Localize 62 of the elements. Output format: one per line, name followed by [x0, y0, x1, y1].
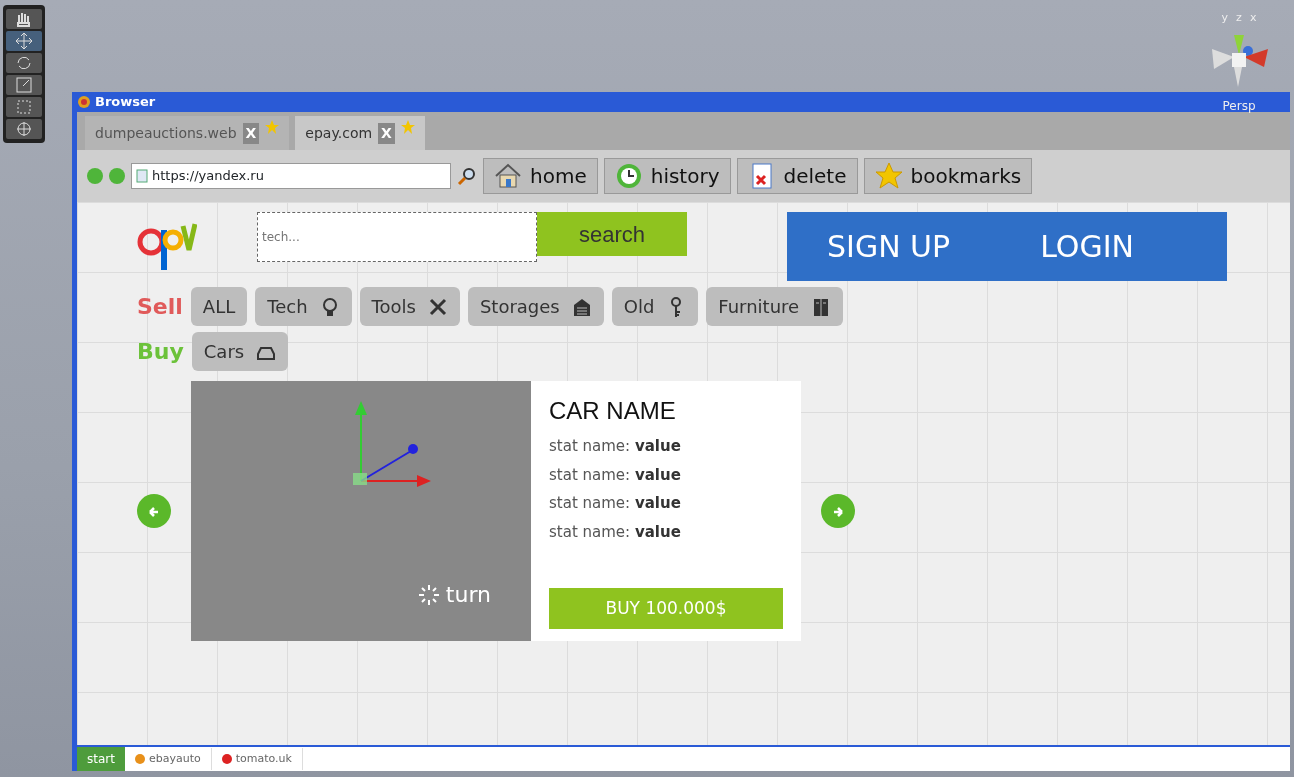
category-button[interactable]: Old — [611, 287, 699, 326]
y-axis-label: y — [1221, 10, 1229, 26]
category-button[interactable]: Tools — [359, 287, 460, 326]
taskbar-item[interactable]: tomato.uk — [211, 747, 303, 771]
house-icon — [494, 162, 522, 190]
home-button[interactable]: home — [483, 158, 598, 194]
history-button[interactable]: history — [603, 158, 731, 194]
star-icon — [874, 162, 903, 190]
view-mode-label[interactable]: Persp — [1222, 96, 1256, 115]
next-button[interactable] — [821, 494, 855, 528]
search-button[interactable]: search — [537, 212, 687, 256]
taskbar-item[interactable]: ebayauto — [124, 747, 212, 771]
transform-tool-button[interactable] — [6, 119, 42, 139]
search-icon — [457, 166, 477, 186]
scale-tool-button[interactable] — [6, 75, 42, 95]
forward-button[interactable] — [109, 168, 125, 184]
rect-tool-button[interactable] — [6, 97, 42, 117]
browser-tab[interactable]: dumpeauctions.web X — [85, 116, 290, 150]
bookmarks-button[interactable]: bookmarks — [863, 158, 1033, 194]
app-icon — [221, 754, 232, 764]
turn-button[interactable]: turn — [417, 578, 491, 611]
stat-text: stat name: value — [549, 464, 682, 486]
car-name: CAR NAME — [549, 396, 677, 426]
category-button[interactable]: Cars — [191, 332, 289, 371]
back-button[interactable] — [87, 168, 103, 184]
garage-icon — [571, 296, 592, 317]
x-axis-label: x — [1249, 10, 1257, 26]
move-tool-button[interactable] — [6, 31, 42, 51]
address-field[interactable]: https://yandex.ru — [131, 163, 451, 189]
sell-label: Sell — [137, 293, 183, 321]
login-button[interactable]: LOGIN — [1040, 224, 1134, 269]
transform-icon — [14, 119, 34, 139]
stat-text: stat name: value — [549, 521, 682, 543]
category-button[interactable]: Storages — [467, 287, 604, 326]
search-field[interactable]: tech... — [257, 212, 537, 262]
hand-tool-button[interactable] — [6, 9, 42, 29]
start-button[interactable]: start — [77, 747, 125, 771]
star-icon — [265, 120, 280, 134]
globe-icon — [77, 95, 91, 109]
rotate-tool-button[interactable] — [6, 53, 42, 73]
z-axis-label: z — [1236, 10, 1242, 26]
move-icon — [14, 31, 34, 51]
close-tab-button[interactable]: X — [242, 122, 260, 144]
stat-text: stat name: value — [549, 436, 682, 457]
clock-icon — [614, 162, 643, 190]
previous-button[interactable] — [137, 494, 171, 528]
close-tab-button[interactable]: X — [378, 122, 395, 144]
browser-tab[interactable]: epay.com X — [295, 116, 425, 150]
category-button[interactable]: Tech — [255, 287, 352, 326]
page-icon — [136, 169, 148, 183]
buy-label: Buy — [137, 338, 184, 366]
sign-up-button[interactable]: SIGN UP — [827, 224, 951, 269]
rect-icon — [14, 97, 34, 117]
category-button[interactable]: Furniture — [706, 287, 844, 326]
spinner-icon — [417, 583, 440, 606]
window-title: Browser — [95, 93, 156, 112]
star-icon — [400, 120, 415, 134]
category-button[interactable]: ALL — [190, 287, 248, 326]
scale-icon — [14, 75, 34, 95]
delete-button[interactable]: delete — [736, 158, 858, 194]
app-icon — [134, 754, 145, 764]
stat-text: stat name: value — [549, 493, 682, 514]
